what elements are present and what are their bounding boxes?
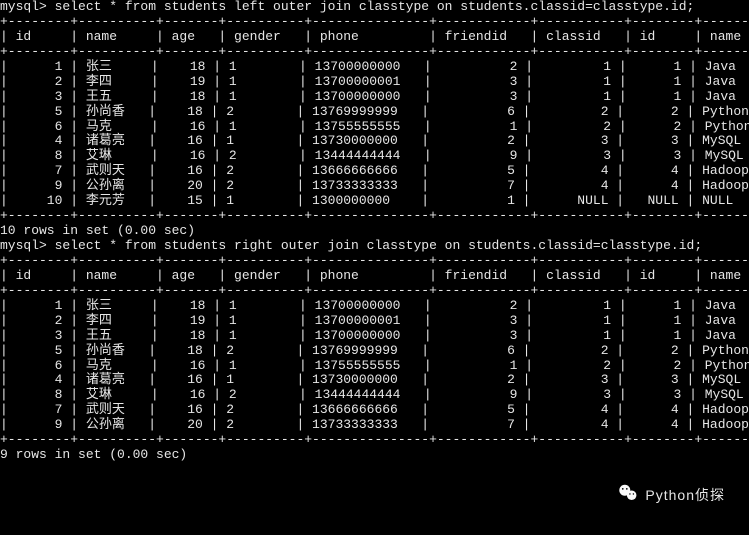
table-row: | 4 | 诸葛亮 | 16 | 1 | 13730000000 | 2 | 3… bbox=[0, 134, 749, 149]
table-row: | 7 | 武则天 | 16 | 2 | 13666666666 | 5 | 4… bbox=[0, 164, 749, 179]
table-row: | 1 | 张三 | 18 | 1 | 13700000000 | 2 | 1 … bbox=[0, 299, 749, 314]
sql-query: mysql> select * from students left outer… bbox=[0, 0, 749, 15]
table-header: | id | name | age | gender | phone | fri… bbox=[0, 30, 749, 45]
table-border: +--------+----------+-------+----------+… bbox=[0, 45, 749, 60]
table-border: +--------+----------+-------+----------+… bbox=[0, 254, 749, 269]
table-row: | 5 | 孙尚香 | 18 | 2 | 13769999999 | 6 | 2… bbox=[0, 344, 749, 359]
wechat-icon bbox=[617, 482, 639, 509]
table-row: | 3 | 王五 | 18 | 1 | 13700000000 | 3 | 1 … bbox=[0, 329, 749, 344]
table-row: | 1 | 张三 | 18 | 1 | 13700000000 | 2 | 1 … bbox=[0, 60, 749, 75]
table-border: +--------+----------+-------+----------+… bbox=[0, 284, 749, 299]
table-row: | 2 | 李四 | 19 | 1 | 13700000001 | 3 | 1 … bbox=[0, 75, 749, 90]
result-footer: 10 rows in set (0.00 sec) bbox=[0, 224, 749, 239]
table-row: | 10 | 李元芳 | 15 | 1 | 1300000000 | 1 | N… bbox=[0, 194, 749, 209]
table-row: | 2 | 李四 | 19 | 1 | 13700000001 | 3 | 1 … bbox=[0, 314, 749, 329]
table-border: +--------+----------+-------+----------+… bbox=[0, 15, 749, 30]
table-row: | 5 | 孙尚香 | 18 | 2 | 13769999999 | 6 | 2… bbox=[0, 105, 749, 120]
table-row: | 7 | 武则天 | 16 | 2 | 13666666666 | 5 | 4… bbox=[0, 403, 749, 418]
table-row: | 3 | 王五 | 18 | 1 | 13700000000 | 3 | 1 … bbox=[0, 90, 749, 105]
sql-query: mysql> select * from students right oute… bbox=[0, 239, 749, 254]
mysql-terminal[interactable]: mysql> select * from students left outer… bbox=[0, 0, 749, 463]
table-border: +--------+----------+-------+----------+… bbox=[0, 209, 749, 224]
result-footer: 9 rows in set (0.00 sec) bbox=[0, 448, 749, 463]
watermark: Python侦探 bbox=[617, 482, 725, 509]
table-row: | 9 | 公孙离 | 20 | 2 | 13733333333 | 7 | 4… bbox=[0, 418, 749, 433]
table-row: | 8 | 艾琳 | 16 | 2 | 13444444444 | 9 | 3 … bbox=[0, 388, 749, 403]
table-row: | 9 | 公孙离 | 20 | 2 | 13733333333 | 7 | 4… bbox=[0, 179, 749, 194]
table-row: | 4 | 诸葛亮 | 16 | 1 | 13730000000 | 2 | 3… bbox=[0, 373, 749, 388]
table-header: | id | name | age | gender | phone | fri… bbox=[0, 269, 749, 284]
table-row: | 8 | 艾琳 | 16 | 2 | 13444444444 | 9 | 3 … bbox=[0, 149, 749, 164]
table-border: +--------+----------+-------+----------+… bbox=[0, 433, 749, 448]
watermark-text: Python侦探 bbox=[645, 487, 725, 503]
